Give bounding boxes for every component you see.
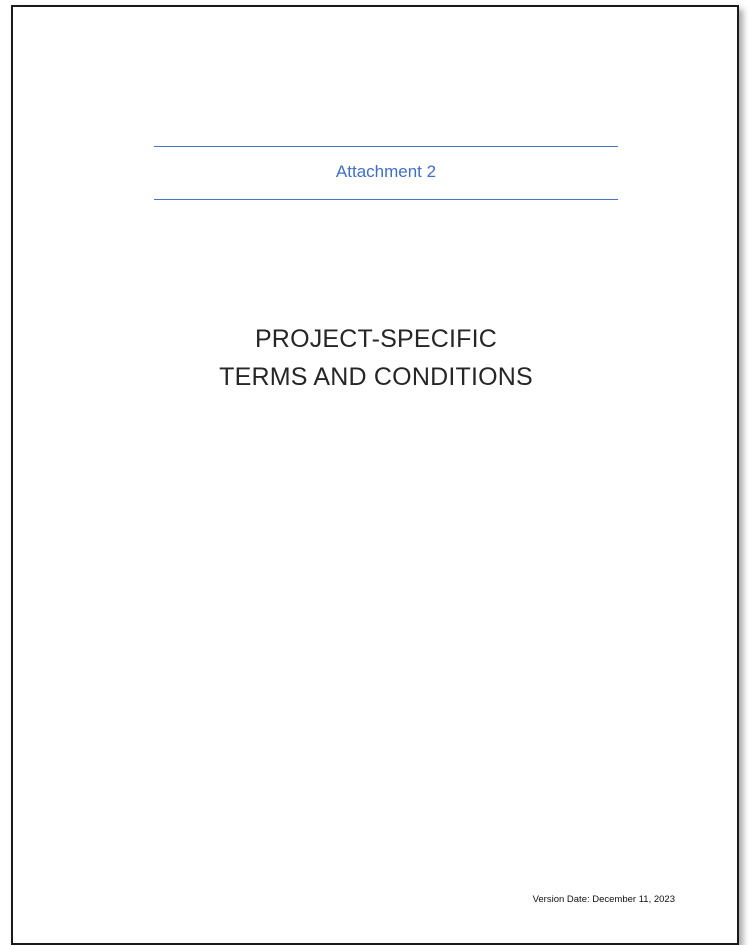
header-rule-top — [154, 146, 618, 147]
title-line-2: TERMS AND CONDITIONS — [219, 363, 533, 391]
document-page: Attachment 2 PROJECT-SPECIFIC TERMS AND … — [11, 5, 739, 945]
attachment-label: Attachment 2 — [335, 162, 437, 181]
version-date: Version Date: December 11, 2023 — [532, 894, 675, 905]
document-title: PROJECT-SPECIFIC TERMS AND CONDITIONS — [13, 320, 739, 396]
header-rule-bottom — [154, 199, 618, 200]
title-line-1: PROJECT-SPECIFIC — [254, 325, 498, 353]
